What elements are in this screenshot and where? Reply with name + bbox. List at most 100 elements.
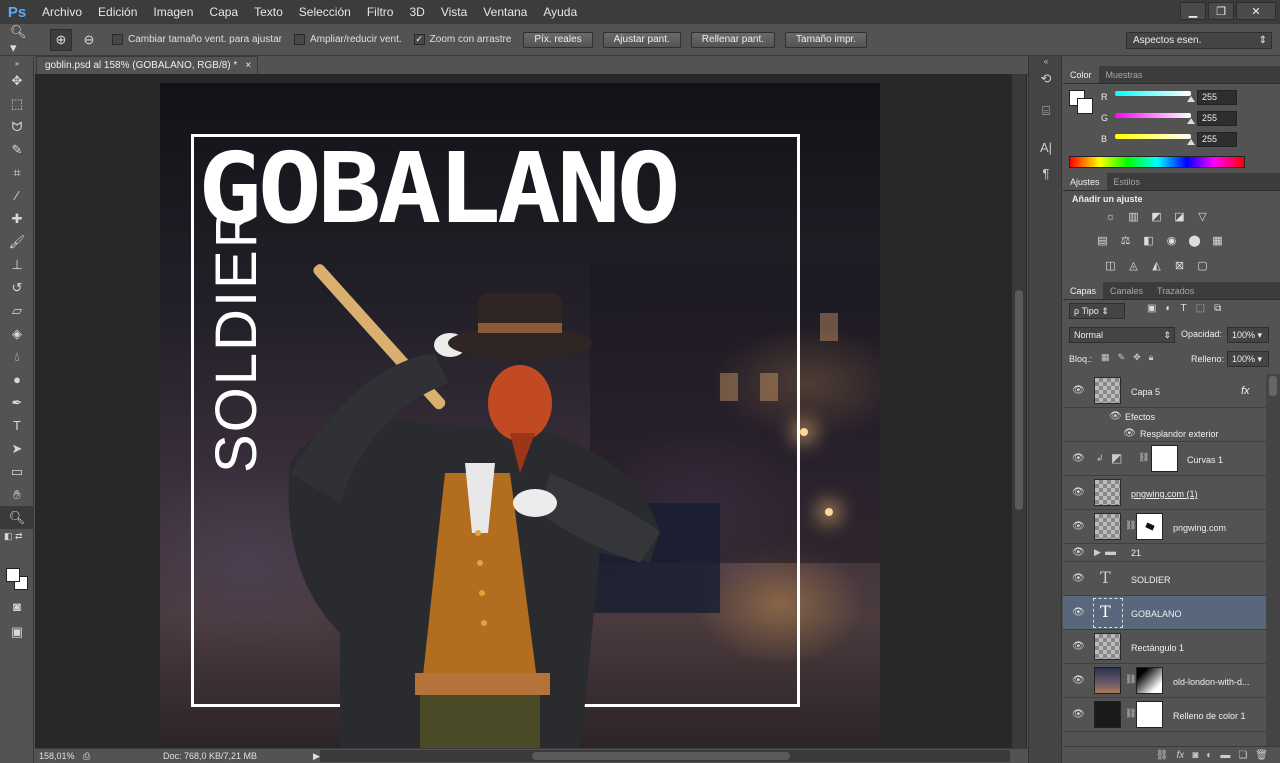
link-chain-icon[interactable]: ⛓︎ [1138, 452, 1149, 463]
link-chain-icon[interactable]: ⛓︎ [1125, 708, 1136, 719]
healing-brush-tool-icon[interactable]: ✚ [0, 207, 34, 230]
lock-all-icon[interactable]: 🔒︎ [1149, 352, 1154, 363]
new-group-icon[interactable]: ▬ [1220, 750, 1230, 761]
link-chain-icon[interactable]: ⛓︎ [1125, 674, 1136, 685]
red-slider[interactable] [1115, 91, 1191, 96]
checkbox-box-checked[interactable]: ✓ [413, 34, 425, 45]
menu-imagen[interactable]: Imagen [145, 0, 201, 24]
visibility-eye-icon[interactable]: 👁︎ [1072, 521, 1085, 532]
print-size-button[interactable]: Tamaño impr. [785, 31, 868, 48]
link-chain-icon[interactable]: ⛓︎ [1125, 520, 1136, 531]
horizontal-scroll-thumb[interactable] [532, 752, 790, 760]
visibility-eye-icon[interactable]: 👁︎ [1072, 453, 1085, 464]
fit-screen-button[interactable]: Ajustar pant. [602, 31, 681, 48]
visibility-eye-icon[interactable]: 👁︎ [1072, 709, 1085, 720]
layer-group-21[interactable]: 👁︎ ▶ ▬ 21 [1063, 544, 1266, 562]
minimize-button[interactable]: ▁ [1180, 2, 1206, 20]
menu-texto[interactable]: Texto [246, 0, 291, 24]
outer-glow-eye-icon[interactable]: 👁︎ [1123, 428, 1136, 439]
visibility-eye-icon[interactable]: 👁︎ [1072, 487, 1085, 498]
link-layers-icon[interactable]: ⛓︎ [1156, 750, 1169, 761]
dodge-tool-icon[interactable]: ● [0, 368, 34, 391]
screen-mode-icon[interactable]: ▣ [0, 620, 34, 643]
layer-mask-thumbnail[interactable] [1151, 445, 1178, 472]
visibility-eye-icon[interactable]: 👁︎ [1072, 573, 1085, 584]
exposure-icon[interactable]: ◪ [1172, 210, 1187, 223]
channel-mixer-icon[interactable]: ⬤ [1187, 234, 1202, 247]
hue-saturation-icon[interactable]: ▤ [1095, 234, 1110, 247]
zoom-in-icon[interactable]: ⊕ [50, 28, 72, 51]
menu-edicion[interactable]: Edición [90, 0, 145, 24]
lock-transparent-icon[interactable]: ▦ [1101, 352, 1110, 363]
delete-layer-icon[interactable]: 🗑︎ [1255, 750, 1268, 761]
vibrance-icon[interactable]: ▽ [1195, 210, 1210, 223]
brush-tool-icon[interactable]: 🖌︎ [0, 230, 34, 253]
default-colors-icon[interactable]: ◧ ⇄ [0, 529, 34, 543]
menu-seleccion[interactable]: Selección [291, 0, 359, 24]
tab-layers[interactable]: Capas [1063, 282, 1104, 299]
green-slider-knob[interactable] [1187, 118, 1195, 124]
layer-row-capa5[interactable]: 👁︎ Capa 5 fx [1063, 374, 1266, 408]
pen-tool-icon[interactable]: ✒ [0, 391, 34, 414]
quick-select-tool-icon[interactable]: ✎ [0, 138, 34, 161]
fx-icon[interactable]: fx [1241, 385, 1250, 397]
foreground-color-swatch[interactable] [6, 568, 20, 582]
color-lookup-icon[interactable]: ▦ [1210, 234, 1225, 247]
layer-row-soldier[interactable]: 👁︎ T SOLDIER [1063, 562, 1266, 596]
menu-vista[interactable]: Vista [433, 0, 475, 24]
tab-channels[interactable]: Canales [1103, 282, 1150, 299]
blue-value-input[interactable]: 255 [1197, 132, 1237, 147]
add-style-icon[interactable]: fx [1176, 750, 1184, 761]
brightness-icon[interactable]: ☼ [1103, 210, 1118, 223]
color-balance-icon[interactable]: ⚖ [1118, 234, 1133, 247]
add-mask-icon[interactable]: ◙ [1192, 750, 1198, 761]
menu-filtro[interactable]: Filtro [359, 0, 402, 24]
path-selection-tool-icon[interactable]: ➤ [0, 437, 34, 460]
crop-tool-icon[interactable]: ⌗ [0, 161, 34, 184]
fill-input[interactable]: 100% ▾ [1227, 351, 1269, 367]
gradient-map-icon[interactable]: ▢ [1195, 259, 1210, 272]
tab-adjustments[interactable]: Ajustes [1063, 173, 1107, 190]
color-spectrum-bar[interactable] [1069, 156, 1245, 168]
layers-scrollbar[interactable] [1266, 374, 1280, 748]
opacity-input[interactable]: 100% ▾ [1227, 327, 1269, 343]
paragraph-panel-icon[interactable]: ¶ [1029, 160, 1063, 186]
layer-row-rectangulo1[interactable]: 👁︎ Rectángulo 1 [1063, 630, 1266, 664]
zoom-out-icon[interactable]: ⊖ [78, 29, 100, 51]
filter-shape-icon[interactable]: ⬚ [1196, 303, 1205, 314]
lock-position-icon[interactable]: ✥ [1133, 352, 1141, 363]
vertical-scroll-thumb[interactable] [1015, 290, 1023, 510]
filter-type-icon[interactable]: T [1181, 303, 1187, 314]
threshold-icon[interactable]: ◭ [1149, 259, 1164, 272]
eraser-tool-icon[interactable]: ▱ [0, 299, 34, 322]
layer-filter-select[interactable]: ρ Tipo ⇕ [1069, 303, 1125, 319]
checkbox-box[interactable] [293, 34, 305, 45]
filter-smart-icon[interactable]: ⧉ [1214, 303, 1221, 314]
rectangle-tool-icon[interactable]: ▭ [0, 460, 34, 483]
layer-mask-thumbnail[interactable] [1136, 667, 1163, 694]
lasso-tool-icon[interactable]: ᗢ [0, 115, 34, 138]
history-brush-tool-icon[interactable]: ↺ [0, 276, 34, 299]
red-value-input[interactable]: 255 [1197, 90, 1237, 105]
zoom-tool-icon[interactable]: 🔍︎ [0, 506, 34, 529]
curves-icon[interactable]: ◩ [1149, 210, 1164, 223]
character-panel-icon[interactable]: A| [1029, 134, 1063, 160]
invert-icon[interactable]: ◫ [1103, 259, 1118, 272]
checkbox-box[interactable] [112, 34, 123, 45]
blue-slider[interactable] [1115, 134, 1191, 139]
canvas[interactable]: GOBALANO SOLDIER [160, 83, 880, 748]
green-slider[interactable] [1115, 113, 1191, 118]
type-tool-icon[interactable]: T [0, 414, 34, 437]
visibility-eye-icon[interactable]: 👁︎ [1072, 607, 1085, 618]
color-bg-swatch[interactable] [1077, 98, 1093, 114]
marquee-tool-icon[interactable]: ⬚ [0, 92, 34, 115]
photo-filter-icon[interactable]: ◉ [1164, 234, 1179, 247]
layer-row-pngwing[interactable]: 👁︎ ⛓︎ pngwing.com [1063, 510, 1266, 544]
layer-row-color-fill[interactable]: 👁︎ ⛓︎ Relleno de color 1 [1063, 698, 1266, 732]
eyedropper-tool-icon[interactable]: ⁄ [0, 184, 34, 207]
layer-row-pngwing-1[interactable]: 👁︎ pngwing.com (1) [1063, 476, 1266, 510]
outer-glow-row[interactable]: 👁︎ Resplandor exterior [1063, 425, 1266, 442]
menu-archivo[interactable]: Archivo [34, 0, 90, 24]
effects-eye-icon[interactable]: 👁︎ [1109, 411, 1122, 422]
tab-color[interactable]: Color [1063, 66, 1099, 83]
